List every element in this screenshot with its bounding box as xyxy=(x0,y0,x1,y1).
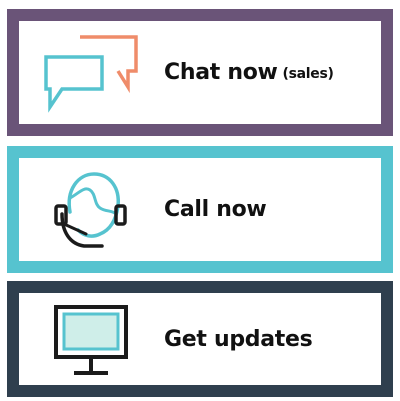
headset-agent-icon xyxy=(35,168,145,252)
chat-sales-qualifier: (sales) xyxy=(282,66,334,82)
chat-now-card[interactable]: Chat now (sales) xyxy=(7,9,393,136)
monitor-icon xyxy=(35,297,145,381)
chat-now-text: Chat now xyxy=(164,60,278,85)
chat-bubbles-icon xyxy=(35,31,145,115)
get-updates-card[interactable]: Get updates xyxy=(7,281,393,397)
get-updates-label: Get updates xyxy=(164,326,313,352)
chat-now-label: Chat now (sales) xyxy=(164,60,334,85)
call-now-card[interactable]: Call now xyxy=(7,146,393,273)
call-now-label: Call now xyxy=(164,197,267,222)
